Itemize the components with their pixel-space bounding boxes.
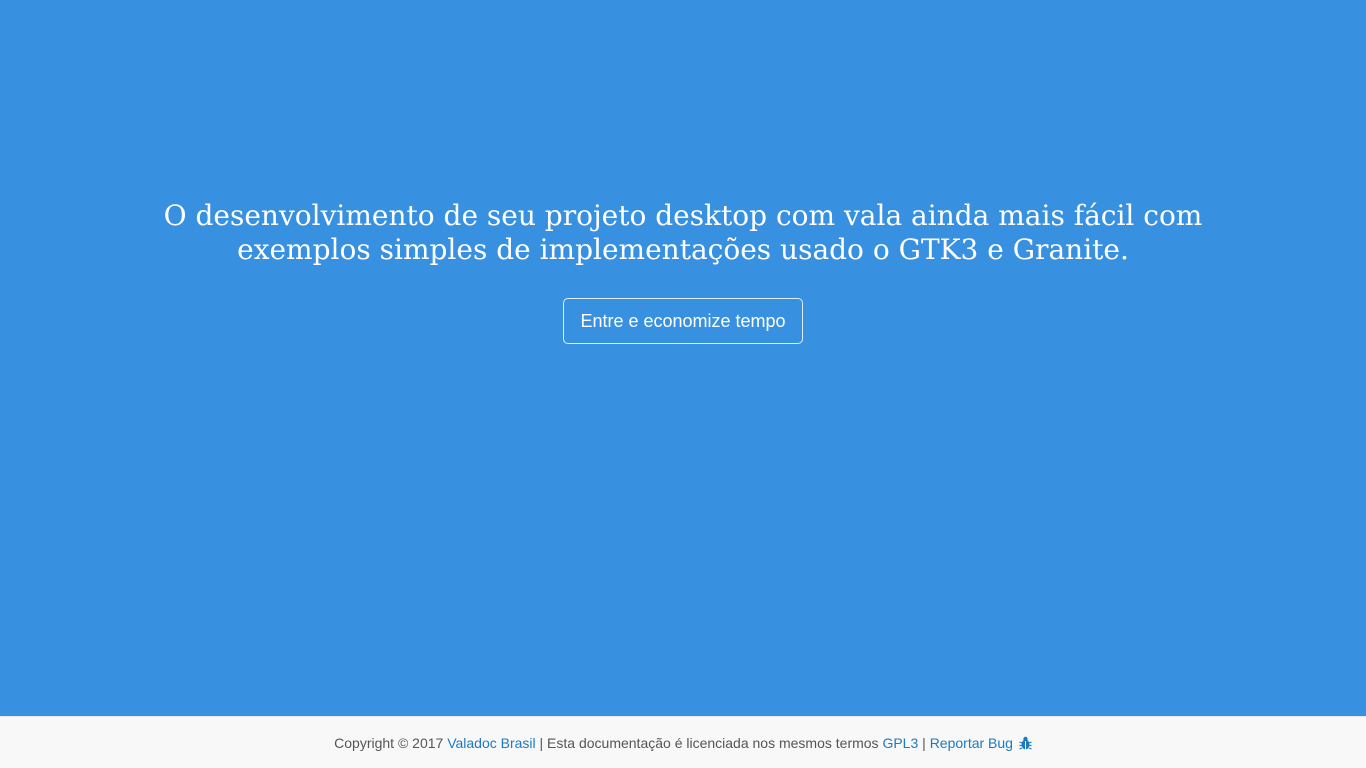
enter-button[interactable]: Entre e economize tempo [563, 298, 803, 344]
hero-title-line-1: O desenvolvimento de seu projeto desktop… [163, 199, 1203, 232]
license-text: | Esta documentação é licenciada nos mes… [535, 735, 883, 751]
report-bug-link[interactable]: Reportar Bug [930, 735, 1032, 751]
hero-section: O desenvolvimento de seu projeto desktop… [0, 0, 1366, 716]
report-bug-label: Reportar Bug [929, 735, 1013, 751]
hero-title: O desenvolvimento de seu projeto desktop… [0, 199, 1366, 267]
hero-title-line-2: exemplos simples de implementações usado… [237, 233, 1129, 266]
copyright-text: Copyright © 2017 [334, 735, 448, 751]
gpl3-link[interactable]: GPL3 [882, 735, 918, 751]
footer: Copyright © 2017 Valadoc Brasil | Esta d… [0, 716, 1366, 768]
valadoc-brasil-link[interactable]: Valadoc Brasil [447, 735, 535, 751]
bug-icon [1019, 736, 1032, 750]
footer-text: Copyright © 2017 Valadoc Brasil | Esta d… [0, 734, 1366, 752]
separator-text: | [918, 735, 930, 751]
